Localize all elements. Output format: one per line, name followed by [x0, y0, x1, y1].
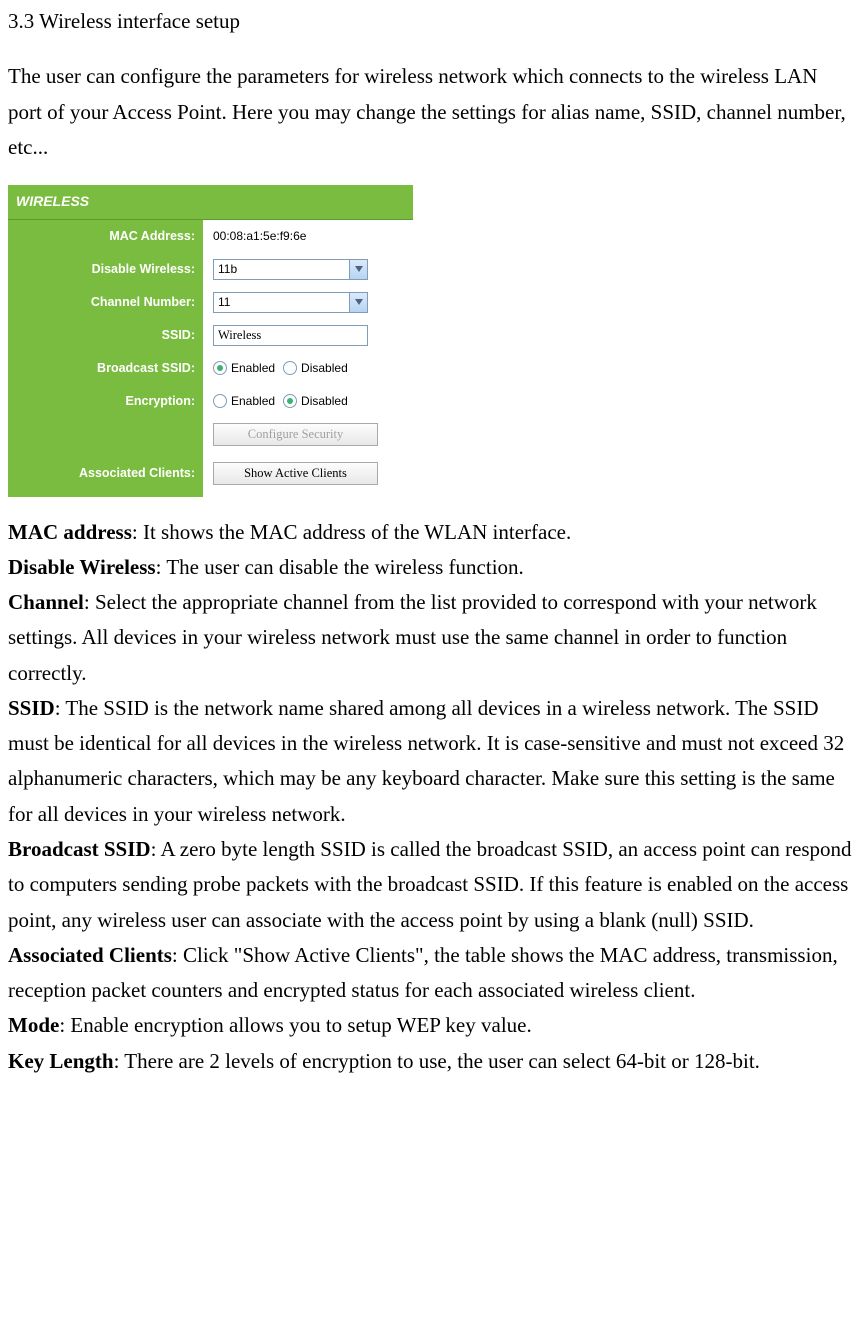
- channel-number-select[interactable]: 11: [213, 292, 368, 313]
- desc-channel: Channel: Select the appropriate channel …: [8, 585, 855, 691]
- wireless-config-panel: WIRELESS MAC Address: Disable Wireless: …: [8, 185, 413, 497]
- broadcast-disabled-label: Disabled: [301, 358, 348, 378]
- ssid-input[interactable]: [213, 325, 368, 346]
- desc-ssid: SSID: The SSID is the network name share…: [8, 691, 855, 832]
- desc-keylength: Key Length: There are 2 levels of encryp…: [8, 1044, 855, 1079]
- descriptions: MAC address: It shows the MAC address of…: [8, 515, 855, 1079]
- broadcast-enabled-radio[interactable]: Enabled: [213, 358, 275, 378]
- encryption-enabled-label: Enabled: [231, 391, 275, 411]
- section-intro: The user can configure the parameters fo…: [8, 59, 855, 165]
- disable-wireless-selected: 11b: [218, 259, 237, 279]
- disable-wireless-select[interactable]: 11b: [213, 259, 368, 280]
- desc-broadcast: Broadcast SSID: A zero byte length SSID …: [8, 832, 855, 938]
- encryption-disabled-label: Disabled: [301, 391, 348, 411]
- desc-disable: Disable Wireless: The user can disable t…: [8, 550, 855, 585]
- label-encryption: Encryption:: [8, 391, 203, 412]
- label-ssid: SSID:: [8, 325, 203, 346]
- desc-clients: Associated Clients: Click "Show Active C…: [8, 938, 855, 1009]
- mac-address-value: 00:08:a1:5e:f9:6e: [213, 226, 306, 246]
- label-broadcast: Broadcast SSID:: [8, 358, 203, 379]
- label-associated-clients: Associated Clients:: [8, 463, 203, 484]
- label-disable-wireless: Disable Wireless:: [8, 259, 203, 280]
- configure-security-button: Configure Security: [213, 423, 378, 446]
- section-heading: 3.3 Wireless interface setup: [8, 8, 855, 35]
- encryption-enabled-radio[interactable]: Enabled: [213, 391, 275, 411]
- chevron-down-icon: [349, 260, 367, 279]
- show-active-clients-button[interactable]: Show Active Clients: [213, 462, 378, 485]
- broadcast-disabled-radio[interactable]: Disabled: [283, 358, 348, 378]
- broadcast-enabled-label: Enabled: [231, 358, 275, 378]
- label-channel: Channel Number:: [8, 292, 203, 313]
- label-mac: MAC Address:: [8, 226, 203, 247]
- desc-mode: Mode: Enable encryption allows you to se…: [8, 1008, 855, 1043]
- chevron-down-icon: [349, 293, 367, 312]
- panel-title: WIRELESS: [8, 185, 413, 220]
- desc-mac: MAC address: It shows the MAC address of…: [8, 515, 855, 550]
- channel-number-selected: 11: [218, 292, 230, 312]
- encryption-disabled-radio[interactable]: Disabled: [283, 391, 348, 411]
